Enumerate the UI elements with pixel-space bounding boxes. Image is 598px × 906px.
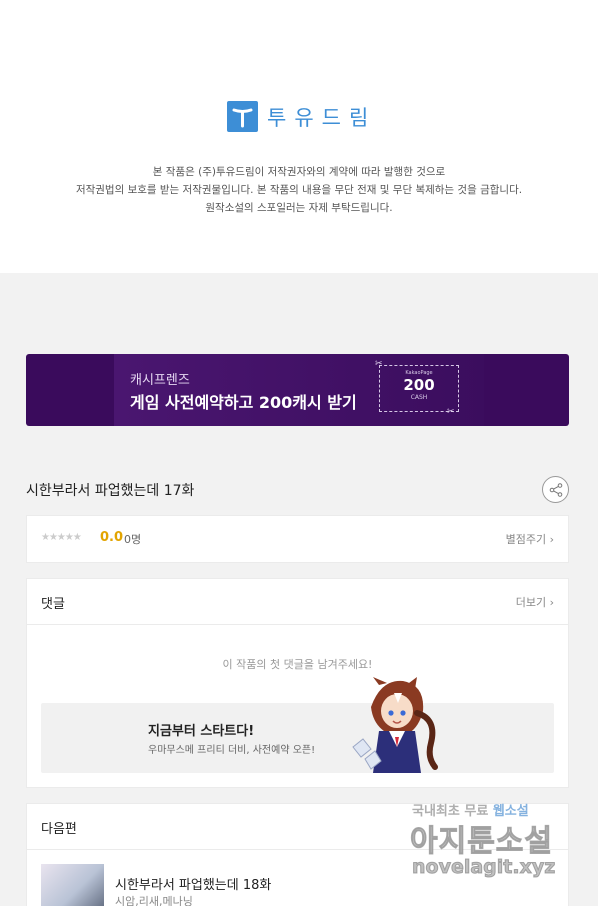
rate-button[interactable]: 별점주기 › <box>506 531 554 547</box>
watermark-domain: novelagit.xyz <box>411 856 556 879</box>
episode-title: 시한부라서 파업했는데 17화 <box>26 483 195 499</box>
empty-comments-message: 이 작품의 첫 댓글을 남겨주세요! <box>222 658 373 671</box>
notice-line: 본 작품은 (주)투유드림이 저작권자와의 계약에 따라 발행한 것으로 <box>152 166 446 178</box>
publisher-header: 투유드림 본 작품은 (주)투유드림이 저작권자와의 계약에 따라 발행한 것으… <box>0 0 598 273</box>
notice-line: 저작권법의 보호를 받는 저작권물입니다. 본 작품의 내용을 무단 전재 및 … <box>75 184 523 196</box>
anime-character-illustration <box>352 677 438 773</box>
coupon-unit: CASH <box>410 394 428 401</box>
cash-coupon: KakaoPage 200 CASH <box>379 365 459 412</box>
rating-score: 0.0 <box>100 530 124 545</box>
rating-stars: ★★★★★ <box>41 532 82 543</box>
watermark-title: 아지툰소설 <box>410 824 553 860</box>
comments-section: 댓글 더보기 › 이 작품의 첫 댓글을 남겨주세요! 지금부터 스타트다! 우… <box>26 578 569 788</box>
game-ad-banner[interactable]: 지금부터 스타트다! 우마무스메 프리티 더비, 사전예약 오픈! <box>41 677 554 773</box>
rating-card: ★★★★★ 0.0 0명 별점주기 › <box>26 515 569 563</box>
divider <box>27 624 568 625</box>
ad-subtitle: 우마무스메 프리티 더비, 사전예약 오픈! <box>148 745 316 756</box>
next-episode-title[interactable]: 시한부라서 파업했는데 18화 <box>115 874 271 893</box>
ad-title: 지금부터 스타트다! <box>148 724 255 739</box>
coupon-amount: 200 <box>403 376 435 394</box>
next-episode-thumbnail[interactable] <box>41 864 104 906</box>
comments-more-link[interactable]: 더보기 › <box>516 594 554 610</box>
scissors-icon: ✂ <box>447 407 455 417</box>
rating-count: 0명 <box>124 533 142 546</box>
banner-subtitle: 캐시프렌즈 <box>130 373 190 388</box>
publisher-logo-text: 투유드림 <box>267 105 377 130</box>
notice-line: 원작소설의 스포일러는 자제 부탁드립니다. <box>205 202 393 214</box>
publisher-logo-icon <box>227 101 258 132</box>
banner-title: 게임 사전예약하고 200캐시 받기 <box>130 393 357 412</box>
next-episode-header: 다음편 <box>41 822 77 837</box>
site-watermark: 국내최초 무료 웹소설 아지툰소설 novelagit.xyz <box>410 798 586 888</box>
comments-header: 댓글 <box>41 597 65 612</box>
copyright-notice: 본 작품은 (주)투유드림이 저작권자와의 계약에 따라 발행한 것으로 저작권… <box>0 163 598 217</box>
share-button[interactable] <box>542 476 569 503</box>
scissors-icon: ✂ <box>375 359 383 369</box>
share-icon <box>549 483 563 497</box>
publisher-logo: 투유드림 <box>227 101 376 132</box>
next-episode-author: 시암,리새,메나닝 <box>115 895 193 906</box>
promo-banner[interactable]: 캐시프렌즈 게임 사전예약하고 200캐시 받기 KakaoPage 200 C… <box>26 354 569 426</box>
